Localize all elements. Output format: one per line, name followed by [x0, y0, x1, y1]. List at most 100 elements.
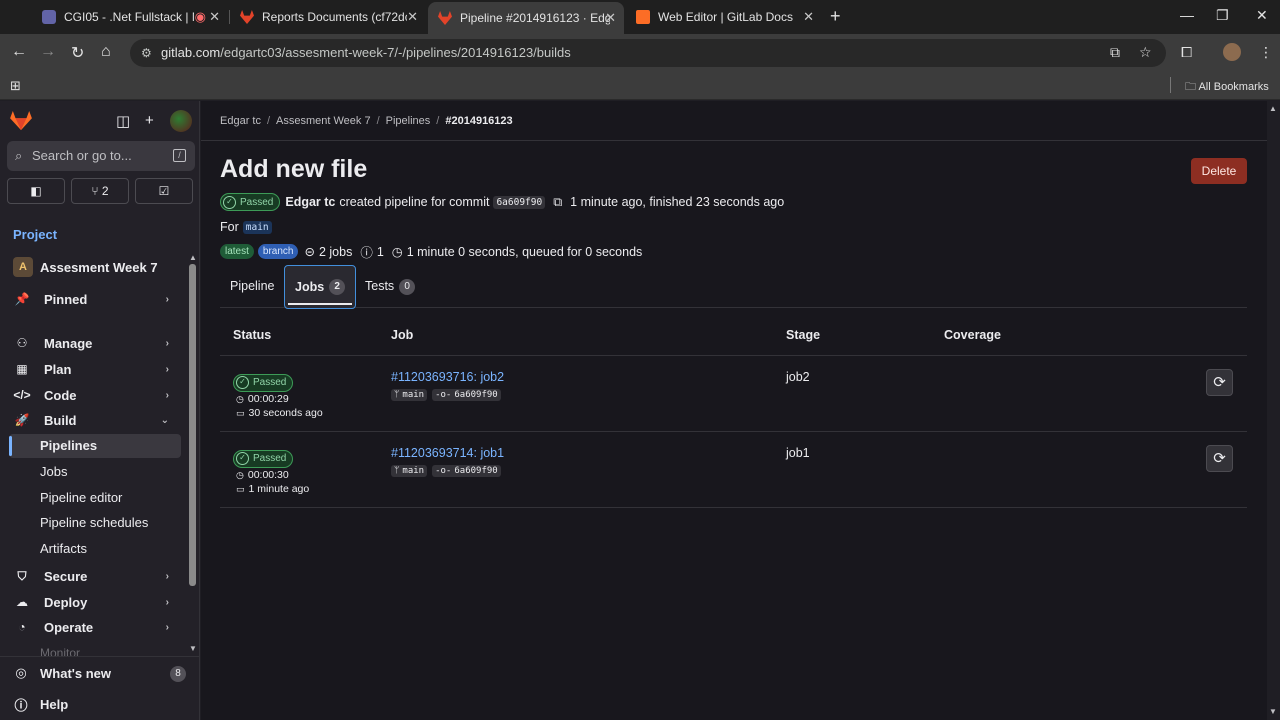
breadcrumb-user[interactable]: Edgar tc	[220, 115, 261, 127]
browser-tab-pipeline[interactable]: Pipeline #2014916123 · Edgar t ✕	[428, 2, 624, 34]
sidebar-item-code[interactable]: </> Code ›	[9, 383, 181, 407]
folder-icon: 🗀	[1185, 81, 1196, 93]
extensions-icon[interactable]: ⧠	[1181, 44, 1192, 61]
home-icon[interactable]: ⌂	[101, 43, 111, 61]
sidebar-item-jobs[interactable]: Jobs	[9, 460, 181, 484]
status-badge[interactable]: ✓ Passed	[233, 449, 294, 468]
status-badge[interactable]: ✓ Passed	[220, 193, 281, 211]
branch-ref[interactable]: main	[242, 220, 272, 234]
job-ref-label: main	[402, 390, 425, 400]
author-link[interactable]: Edgar tc	[285, 195, 335, 209]
bookmark-star-icon[interactable]: ☆	[1139, 44, 1152, 61]
browser-tab-reports[interactable]: Reports Documents (cf72dcc5) ✕	[230, 4, 426, 30]
job-link[interactable]: #11203693716: job2	[391, 370, 504, 384]
back-icon[interactable]: ←	[11, 43, 27, 61]
forward-icon[interactable]: →	[40, 43, 56, 61]
sidebar-item-manage[interactable]: ⚇ Manage ›	[9, 331, 181, 355]
maximize-icon[interactable]: ❐	[1216, 7, 1229, 24]
sidebar-item-pipeline-editor[interactable]: Pipeline editor	[9, 486, 181, 510]
help-button[interactable]: ⓘ Help	[13, 695, 68, 714]
whats-new-button[interactable]: ◎ What's new	[13, 665, 111, 681]
profile-avatar[interactable]	[1223, 43, 1241, 61]
apps-grid-icon[interactable]: ⊞	[10, 78, 21, 94]
scroll-down-icon[interactable]: ▼	[189, 644, 197, 653]
copy-icon[interactable]: ⧉	[553, 195, 562, 210]
commit-icon: -o-	[435, 466, 452, 476]
breadcrumb-pipelines[interactable]: Pipelines	[386, 115, 431, 127]
sidebar-item-build[interactable]: 🚀 Build ⌄	[9, 408, 181, 432]
job-commit[interactable]: -o- 6a609f90	[432, 465, 501, 477]
minimize-icon[interactable]: —	[1180, 7, 1194, 23]
status-label: Passed	[253, 377, 287, 388]
close-window-icon[interactable]: ✕	[1256, 7, 1268, 24]
job-finished-ago: 30 seconds ago	[248, 407, 323, 419]
job-link[interactable]: #11203693714: job1	[391, 446, 504, 460]
sidebar-item-label: Operate	[44, 619, 94, 635]
sidebar-item-operate[interactable]: ◔ Operate ›	[9, 615, 181, 639]
close-tab-icon[interactable]: ✕	[605, 10, 616, 26]
sidebar-item-label: Pinned	[44, 291, 88, 307]
tab-tests[interactable]: Tests 0	[355, 265, 425, 308]
sidebar-item-pinned[interactable]: 📌 Pinned ›	[9, 287, 181, 311]
chevron-right-icon: ›	[165, 621, 169, 633]
user-avatar[interactable]	[170, 110, 192, 132]
breadcrumb-project[interactable]: Assesment Week 7	[276, 115, 371, 127]
menu-icon[interactable]: ⋮	[1259, 44, 1273, 61]
help-label: Help	[40, 697, 69, 712]
chevron-down-icon: ⌄	[160, 414, 169, 426]
toggle-sidebar-icon[interactable]: ◫	[116, 112, 130, 130]
sidebar-item-pipelines[interactable]: Pipelines	[9, 434, 181, 458]
job-ref[interactable]: ᛘ main	[391, 465, 428, 477]
page-scrollbar[interactable]: ▲ ▼	[1267, 101, 1280, 720]
url-path: /edgartc03/assesment-week-7/-/pipelines/…	[220, 45, 571, 60]
scroll-up-icon[interactable]: ▲	[1269, 104, 1277, 113]
sidebar-scrollbar[interactable]	[189, 264, 196, 586]
merge-requests-button[interactable]: ⑂ 2	[71, 178, 129, 204]
tab-count: 0	[399, 278, 416, 295]
tab-jobs[interactable]: Jobs 2	[284, 265, 357, 309]
branch-badge: branch	[257, 244, 299, 259]
retry-button[interactable]: ⟳	[1206, 445, 1233, 472]
sidebar-item-artifacts[interactable]: Artifacts	[9, 537, 181, 561]
install-app-icon[interactable]: ⧉	[1110, 44, 1120, 61]
site-info-icon[interactable]: ⚙	[141, 39, 152, 67]
breadcrumb-current[interactable]: #2014916123	[445, 115, 512, 127]
all-bookmarks-button[interactable]: 🗀 All Bookmarks	[1185, 78, 1269, 97]
retry-button[interactable]: ⟳	[1206, 369, 1233, 396]
browser-tab-teams[interactable]: CGI05 - .Net Fullstack | Mic ◉ ✕	[32, 4, 228, 30]
merge-request-icon: ⑂	[91, 184, 99, 198]
gitlab-logo-icon[interactable]	[10, 111, 32, 131]
tab-pipeline[interactable]: Pipeline	[220, 265, 284, 308]
chevron-right-icon: ›	[165, 337, 169, 349]
browser-tab-docs[interactable]: Web Editor | GitLab Docs ✕	[626, 4, 822, 30]
commit-sha[interactable]: 6a609f90	[493, 195, 546, 209]
job-ref[interactable]: ᛘ main	[391, 389, 428, 401]
url-field[interactable]: ⚙ gitlab.com/edgartc03/assesment-week-7/…	[130, 39, 1166, 67]
job-commit[interactable]: -o- 6a609f90	[432, 389, 501, 401]
create-new-icon[interactable]: +	[145, 112, 154, 129]
jobs-icon: ⊝	[304, 245, 315, 259]
close-tab-icon[interactable]: ✕	[209, 9, 220, 25]
close-tab-icon[interactable]: ✕	[407, 9, 418, 25]
reload-icon[interactable]: ↻	[71, 43, 84, 63]
job-stage: job1	[786, 446, 810, 460]
scroll-up-icon[interactable]: ▲	[189, 253, 197, 262]
job-duration: 00:00:29	[247, 393, 289, 405]
sidebar-item-secure[interactable]: ⛉ Secure ›	[9, 564, 181, 588]
new-tab-icon[interactable]: +	[830, 6, 841, 27]
issues-button[interactable]: ◧	[7, 178, 65, 204]
scroll-down-icon[interactable]: ▼	[1269, 707, 1277, 716]
todos-button[interactable]: ☑	[135, 178, 193, 204]
sidebar-item-deploy[interactable]: ☁ Deploy ›	[9, 590, 181, 614]
status-badge[interactable]: ✓ Passed	[233, 373, 294, 392]
close-tab-icon[interactable]: ✕	[803, 9, 814, 25]
timer-icon: ◷	[236, 469, 244, 480]
sidebar-item-pipeline-schedules[interactable]: Pipeline schedules	[9, 511, 181, 535]
delete-button[interactable]: Delete	[1191, 158, 1247, 184]
chevron-right-icon: ›	[165, 570, 169, 582]
shield-icon: ⛉	[17, 568, 27, 583]
search-input[interactable]: ⌕ Search or go to... /	[7, 141, 195, 171]
sidebar-item-plan[interactable]: ▦ Plan ›	[9, 357, 181, 381]
tab-count: 2	[329, 279, 346, 295]
sidebar-project[interactable]: A Assesment Week 7	[13, 257, 158, 277]
